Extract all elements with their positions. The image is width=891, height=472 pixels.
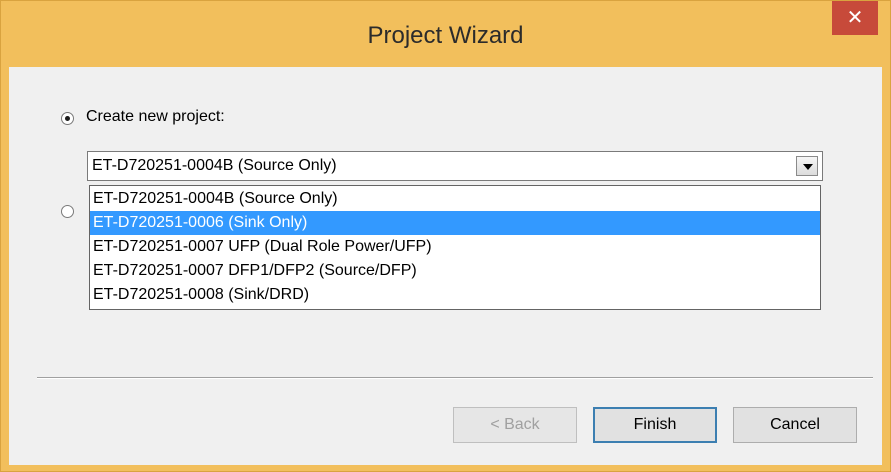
project-wizard-window: Project Wizard ✕ Create new project: ET-… <box>0 0 891 472</box>
combobox-selected-value: ET-D720251-0004B (Source Only) <box>92 157 337 174</box>
close-icon: ✕ <box>846 5 864 29</box>
window-title: Project Wizard <box>367 22 524 49</box>
dropdown-item-0006[interactable]: ET-D720251-0006 (Sink Only) <box>90 211 820 235</box>
create-new-project-label[interactable]: Create new project: <box>86 108 225 126</box>
separator <box>37 377 873 379</box>
open-existing-project-radio[interactable] <box>61 205 74 218</box>
chevron-down-icon[interactable] <box>796 156 818 176</box>
cancel-button[interactable]: Cancel <box>733 407 857 443</box>
dropdown-item-0008[interactable]: ET-D720251-0008 (Sink/DRD) <box>90 283 820 307</box>
dialog-body: Create new project: ET-D720251-0004B (So… <box>9 67 882 465</box>
back-button[interactable]: < Back <box>453 407 577 443</box>
dropdown-item-0007-dfp[interactable]: ET-D720251-0007 DFP1/DFP2 (Source/DFP) <box>90 259 820 283</box>
project-type-combobox[interactable]: ET-D720251-0004B (Source Only) <box>87 151 823 181</box>
dropdown-item-0004b[interactable]: ET-D720251-0004B (Source Only) <box>90 187 820 211</box>
dropdown-item-0007-ufp[interactable]: ET-D720251-0007 UFP (Dual Role Power/UFP… <box>90 235 820 259</box>
project-type-dropdown-list: ET-D720251-0004B (Source Only) ET-D72025… <box>89 185 821 310</box>
finish-button[interactable]: Finish <box>593 407 717 443</box>
create-new-project-radio[interactable] <box>61 112 74 125</box>
close-button[interactable]: ✕ <box>832 1 878 35</box>
title-bar[interactable]: Project Wizard ✕ <box>1 1 890 67</box>
